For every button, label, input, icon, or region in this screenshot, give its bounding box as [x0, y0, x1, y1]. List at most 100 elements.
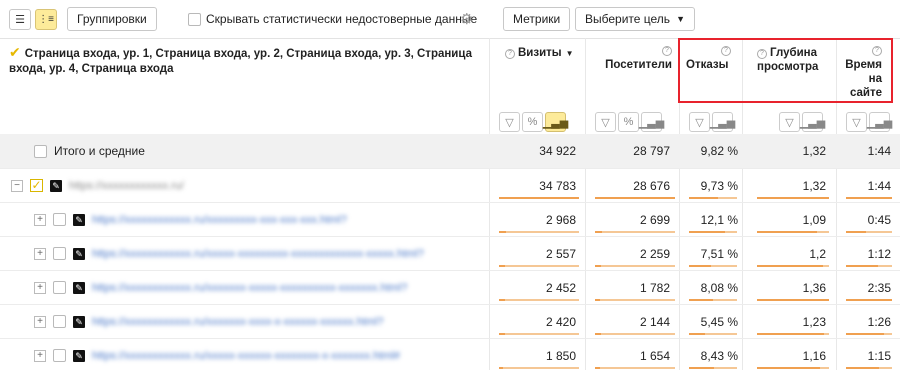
hide-stat-box[interactable]: [188, 12, 201, 26]
row-label-group: + ✎ https://xxxxxxxxxxxx.ru/xxxxxxx-xxxx…: [34, 281, 407, 294]
expand-icon[interactable]: +: [34, 315, 46, 328]
edit-icon[interactable]: ✎: [73, 281, 85, 294]
share-bar-fill: [846, 265, 878, 267]
table-row[interactable]: + ✎ https://xxxxxxxxxxxx.ru/xxxxxxx-xxxx…: [0, 270, 900, 304]
row-checkbox[interactable]: [53, 315, 66, 328]
filter-icon[interactable]: ▽: [846, 112, 867, 132]
collapse-icon[interactable]: −: [11, 179, 23, 192]
filter-icon[interactable]: ▽: [779, 112, 800, 132]
share-bar-bounces: [689, 333, 737, 335]
table-row[interactable]: + ✎ https://xxxxxxxxxxxx.ru/xxxxx-xxxxxx…: [0, 236, 900, 270]
goal-label: Выберите цель: [585, 12, 671, 26]
bar-chart-icon[interactable]: ▁▃▅: [867, 112, 892, 132]
bar-chart-icon[interactable]: ▁▃▅: [800, 112, 825, 132]
checkmark-icon: ✔: [9, 44, 21, 60]
expand-icon[interactable]: +: [34, 247, 46, 260]
row-label-group: + ✎ https://xxxxxxxxxxxx.ru/xxxxxxx-xxxx…: [34, 315, 384, 328]
cell-visitors: 28 676: [633, 179, 670, 193]
share-bar-visitors: [595, 197, 675, 199]
expand-icon[interactable]: +: [34, 349, 46, 362]
visits-view-controls: ▽ % ▁▃▅: [499, 112, 568, 132]
visitors-view-controls: ▽ % ▁▃▅: [595, 112, 664, 132]
edit-icon[interactable]: ✎: [73, 247, 85, 260]
row-url[interactable]: https://xxxxxxxxxxxx.ru/xxxxxxx-xxxxx-xx…: [92, 282, 407, 294]
share-bar-time: [846, 265, 892, 267]
cell-depth: 1,2: [809, 247, 826, 261]
share-bar-fill: [846, 333, 884, 335]
groupings-button[interactable]: Группировки: [67, 7, 157, 31]
share-bar-depth: [757, 299, 829, 301]
cell-depth: 1,16: [802, 349, 826, 363]
time-view-controls: ▽ ▁▃▅: [846, 112, 892, 132]
totals-checkbox[interactable]: [34, 144, 47, 158]
share-bar-fill: [689, 333, 705, 335]
col-visits-header[interactable]: ? Визиты ▼: [505, 46, 575, 61]
row-checkbox[interactable]: [53, 281, 66, 294]
expand-icon[interactable]: +: [34, 281, 46, 294]
share-bar-fill: [757, 197, 829, 199]
cell-visits: 1 850: [545, 349, 576, 363]
edit-icon[interactable]: ✎: [73, 315, 85, 328]
share-bar-depth: [757, 265, 829, 267]
share-bar-fill: [846, 299, 892, 301]
bar-chart-icon[interactable]: ▁▃▅: [639, 112, 664, 132]
bar-chart-icon[interactable]: ▁▃▅: [543, 112, 568, 132]
col-visitors-label: Посетители: [605, 59, 672, 71]
edit-icon[interactable]: ✎: [73, 213, 85, 226]
row-checkbox-checked[interactable]: ✓: [30, 179, 43, 192]
cell-time: 2:35: [867, 281, 891, 295]
cell-time: 0:45: [867, 213, 891, 227]
goal-select[interactable]: Выберите цель ▼: [575, 7, 695, 31]
table-row[interactable]: + ✎ https://xxxxxxxxxxxx.ru/xxxxx-xxxxxx…: [0, 338, 900, 370]
list-view-button[interactable]: ☰: [9, 9, 31, 30]
share-bar-depth: [757, 231, 829, 233]
row-url[interactable]: https://xxxxxxxxxxxx.ru/xxxxx-xxxxxxxxx-…: [92, 248, 424, 260]
expand-icon[interactable]: +: [34, 213, 46, 226]
share-bar-visitors: [595, 299, 675, 301]
row-checkbox[interactable]: [53, 349, 66, 362]
row-label-group: + ✎ https://xxxxxxxxxxxx.ru/xxxxxxxxx-xx…: [34, 213, 347, 226]
edit-icon[interactable]: ✎: [50, 179, 62, 192]
share-bar-bounces: [689, 367, 737, 369]
help-icon[interactable]: ?: [662, 46, 672, 56]
filter-icon[interactable]: ▽: [689, 112, 710, 132]
row-checkbox[interactable]: [53, 213, 66, 226]
percent-icon[interactable]: %: [522, 112, 543, 132]
cell-visitors: 1 782: [639, 281, 670, 295]
hide-stat-checkbox[interactable]: Скрывать статистически недостоверные дан…: [188, 12, 477, 26]
row-checkbox[interactable]: [53, 247, 66, 260]
cell-depth: 1,36: [802, 281, 826, 295]
table-row[interactable]: + ✎ https://xxxxxxxxxxxx.ru/xxxxxxx-xxxx…: [0, 304, 900, 338]
cell-bounces: 12,1 %: [700, 213, 738, 227]
share-bar-fill: [499, 197, 579, 199]
cell-visits: 2 968: [545, 213, 576, 227]
groupings-label: Группировки: [77, 12, 147, 26]
table-row[interactable]: + ✎ https://xxxxxxxxxxxx.ru/xxxxxxxxx-xx…: [0, 202, 900, 236]
filter-icon[interactable]: ▽: [595, 112, 616, 132]
totals-bounces: 9,82 %: [700, 144, 738, 158]
help-icon[interactable]: ?: [505, 49, 515, 59]
row-url[interactable]: https://xxxxxxxxxxxx.ru/xxxxxxx-xxxx-x-x…: [92, 316, 384, 328]
row-url[interactable]: https://xxxxxxxxxxxx.ru/: [69, 180, 184, 192]
share-bar-depth: [757, 333, 829, 335]
table-row[interactable]: − ✓ ✎ https://xxxxxxxxxxxx.ru/ 34 783 28…: [0, 168, 900, 202]
filter-icon[interactable]: ▽: [499, 112, 520, 132]
tree-view-button[interactable]: ⋮≡: [35, 9, 57, 30]
totals-time: 1:44: [867, 144, 891, 158]
share-bar-visits: [499, 367, 579, 369]
metrics-button[interactable]: Метрики: [503, 7, 571, 31]
gear-icon[interactable]: ⚙: [460, 10, 473, 28]
row-url[interactable]: https://xxxxxxxxxxxx.ru/xxxxxxxxx-xxx-xx…: [92, 214, 347, 226]
row-url[interactable]: https://xxxxxxxxxxxx.ru/xxxxx-xxxxxx-xxx…: [92, 350, 400, 362]
row-label-group: + ✎ https://xxxxxxxxxxxx.ru/xxxxx-xxxxxx…: [34, 349, 400, 362]
col-visitors-header[interactable]: ? Посетители: [588, 46, 672, 72]
cell-bounces: 5,45 %: [700, 315, 738, 329]
bar-chart-icon[interactable]: ▁▃▅: [710, 112, 735, 132]
cell-time: 1:26: [867, 315, 891, 329]
cell-time: 1:15: [867, 349, 891, 363]
share-bar-time: [846, 197, 892, 199]
edit-icon[interactable]: ✎: [73, 349, 85, 362]
percent-icon[interactable]: %: [618, 112, 639, 132]
share-bar-fill: [499, 367, 503, 369]
cell-visitors: 2 699: [639, 213, 670, 227]
